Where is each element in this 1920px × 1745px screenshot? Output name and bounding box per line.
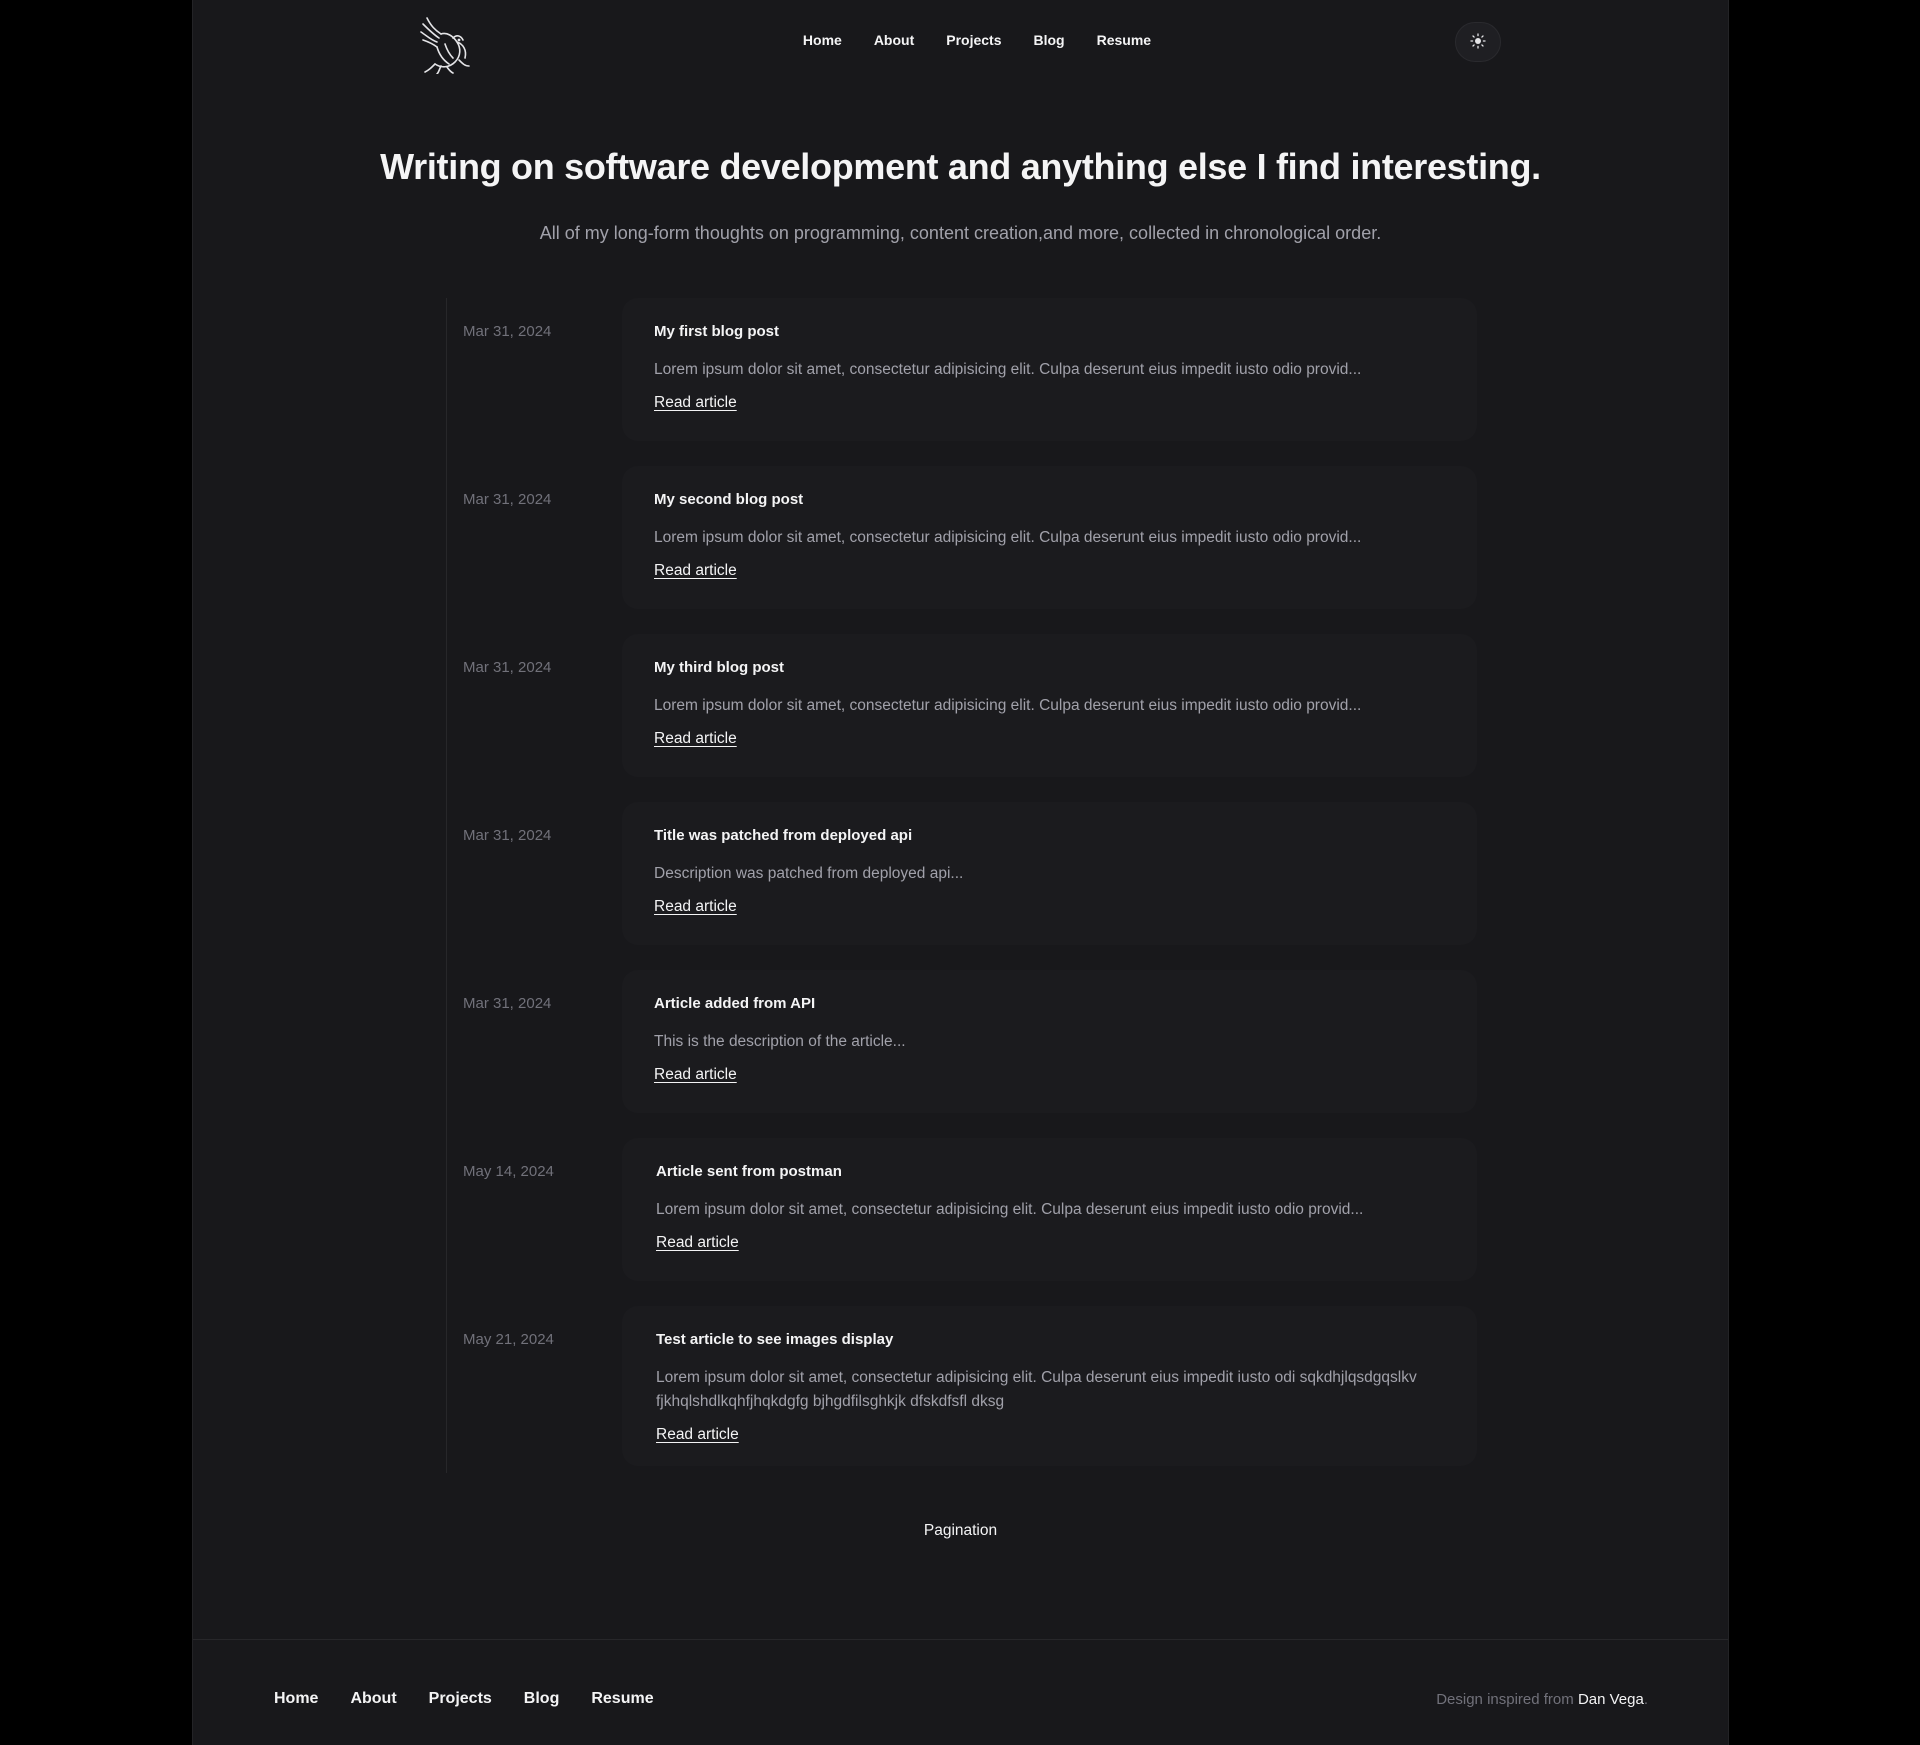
article-date: Mar 31, 2024 xyxy=(463,995,552,1012)
footer-nav-resume[interactable]: Resume xyxy=(591,1690,653,1708)
footer-nav-about[interactable]: About xyxy=(350,1690,396,1708)
site-footer: Home About Projects Blog Resume Design i… xyxy=(193,1639,1728,1745)
article-item: Mar 31, 2024 My first blog post Lorem ip… xyxy=(447,298,1477,441)
article-description: Description was patched from deployed ap… xyxy=(654,865,964,882)
article-card: Test article to see images display Lorem… xyxy=(622,1306,1477,1466)
article-item: Mar 31, 2024 Article added from API This… xyxy=(447,970,1477,1113)
site-header: Home About Projects Blog Resume xyxy=(193,0,1728,88)
article-date: Mar 31, 2024 xyxy=(463,659,552,676)
read-article-link[interactable]: Read article xyxy=(656,1234,739,1252)
footer-nav-blog[interactable]: Blog xyxy=(524,1690,560,1708)
article-item: Mar 31, 2024 My second blog post Lorem i… xyxy=(447,466,1477,609)
credit-suffix: . xyxy=(1643,1691,1648,1708)
article-date: May 21, 2024 xyxy=(463,1331,554,1348)
article-item: Mar 31, 2024 Title was patched from depl… xyxy=(447,802,1477,945)
nav-blog[interactable]: Blog xyxy=(1034,32,1065,48)
article-description: Lorem ipsum dolor sit amet, consectetur … xyxy=(654,361,1362,378)
article-title[interactable]: Test article to see images display xyxy=(656,1331,893,1348)
article-card: Article added from API This is the descr… xyxy=(622,970,1477,1113)
article-description: This is the description of the article..… xyxy=(654,1033,906,1050)
read-article-link[interactable]: Read article xyxy=(654,394,737,412)
article-description: Lorem ipsum dolor sit amet, consectetur … xyxy=(656,1369,1417,1410)
read-article-link[interactable]: Read article xyxy=(654,730,737,748)
article-date: Mar 31, 2024 xyxy=(463,323,552,340)
article-item: Mar 31, 2024 My third blog post Lorem ip… xyxy=(447,634,1477,777)
article-list: Mar 31, 2024 My first blog post Lorem ip… xyxy=(446,298,1477,1473)
article-card: My first blog post Lorem ipsum dolor sit… xyxy=(622,298,1477,441)
article-item: May 14, 2024 Article sent from postman L… xyxy=(447,1138,1477,1281)
read-article-link[interactable]: Read article xyxy=(654,1066,737,1084)
page-subtitle: All of my long-form thoughts on programm… xyxy=(539,223,1382,243)
article-title[interactable]: Article sent from postman xyxy=(656,1163,842,1180)
article-card: My third blog post Lorem ipsum dolor sit… xyxy=(622,634,1477,777)
article-title[interactable]: My third blog post xyxy=(654,659,784,676)
read-article-link[interactable]: Read article xyxy=(656,1426,739,1444)
article-title[interactable]: Article added from API xyxy=(654,995,815,1012)
read-article-link[interactable]: Read article xyxy=(654,562,737,580)
article-description: Lorem ipsum dolor sit amet, consectetur … xyxy=(654,697,1362,714)
article-title[interactable]: Title was patched from deployed api xyxy=(654,827,912,844)
nav-about[interactable]: About xyxy=(874,32,914,48)
read-article-link[interactable]: Read article xyxy=(654,898,737,916)
article-card: Article sent from postman Lorem ipsum do… xyxy=(622,1138,1477,1281)
theme-toggle-button[interactable] xyxy=(1455,22,1501,62)
footer-credit: Design inspired from Dan Vega. xyxy=(1436,1691,1648,1708)
footer-nav-home[interactable]: Home xyxy=(274,1690,318,1708)
article-description: Lorem ipsum dolor sit amet, consectetur … xyxy=(656,1201,1364,1218)
article-date: Mar 31, 2024 xyxy=(463,491,552,508)
footer-nav-projects[interactable]: Projects xyxy=(429,1690,492,1708)
pagination[interactable]: Pagination xyxy=(193,1522,1728,1540)
article-title[interactable]: My second blog post xyxy=(654,491,803,508)
article-card: My second blog post Lorem ipsum dolor si… xyxy=(622,466,1477,609)
article-date: Mar 31, 2024 xyxy=(463,827,552,844)
article-item: May 21, 2024 Test article to see images … xyxy=(447,1306,1477,1466)
credit-prefix: Design inspired from xyxy=(1436,1691,1578,1708)
article-description: Lorem ipsum dolor sit amet, consectetur … xyxy=(654,529,1362,546)
article-card: Title was patched from deployed api Desc… xyxy=(622,802,1477,945)
article-title[interactable]: My first blog post xyxy=(654,323,779,340)
page-title: Writing on software development and anyt… xyxy=(380,146,1541,187)
nav-home[interactable]: Home xyxy=(803,32,842,48)
nav-projects[interactable]: Projects xyxy=(946,32,1001,48)
nav-resume[interactable]: Resume xyxy=(1097,32,1151,48)
article-date: May 14, 2024 xyxy=(463,1163,554,1180)
credit-author-link[interactable]: Dan Vega xyxy=(1578,1691,1644,1708)
page: Home About Projects Blog Resume Writing … xyxy=(192,0,1729,1745)
footer-nav: Home About Projects Blog Resume xyxy=(274,1690,686,1708)
sun-icon xyxy=(1470,32,1486,52)
